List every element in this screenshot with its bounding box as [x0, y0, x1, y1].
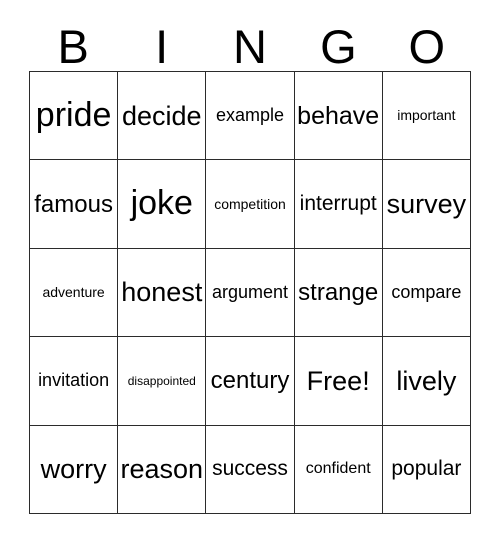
bingo-cell-label: survey [386, 188, 467, 219]
bingo-cell-label: invitation [38, 370, 110, 391]
bingo-cell-label: pride [35, 95, 112, 134]
bingo-cell-label: disappointed [127, 373, 196, 388]
bingo-cell-free-space[interactable]: Free! [294, 337, 383, 426]
bingo-cell[interactable]: important [382, 72, 471, 161]
bingo-cell-label: strange [298, 278, 379, 306]
bingo-cell-label: behave [297, 101, 380, 130]
header-letter-g: G [320, 20, 357, 73]
bingo-cell[interactable]: success [206, 425, 295, 514]
bingo-cell-label: confident [305, 459, 371, 477]
bingo-cell-label: competition [214, 195, 286, 212]
bingo-cell[interactable]: example [206, 72, 295, 161]
bingo-cell-label: decide [122, 100, 202, 131]
bingo-cell-label: important [397, 107, 456, 124]
bingo-cell-label: compare [391, 282, 462, 303]
bingo-header: B I N G O [29, 14, 471, 71]
bingo-cell-label: reason [120, 454, 204, 485]
bingo-cell-label: famous [34, 190, 113, 218]
header-letter-o: O [408, 20, 446, 73]
bingo-grid: pride decide example behave important fa… [29, 71, 471, 514]
bingo-cell-label: Free! [306, 365, 370, 396]
bingo-cell[interactable]: behave [294, 72, 383, 161]
bingo-cell-label: adventure [42, 284, 105, 301]
bingo-card: B I N G O pride decide example behave im… [0, 0, 500, 544]
bingo-cell[interactable]: popular [382, 425, 471, 514]
bingo-cell[interactable]: worry [30, 425, 119, 514]
bingo-cell-label: honest [121, 277, 203, 308]
bingo-cell[interactable]: decide [118, 72, 207, 161]
bingo-cell[interactable]: disappointed [118, 337, 207, 426]
bingo-cell-label: argument [211, 282, 289, 303]
bingo-cell[interactable]: pride [30, 72, 119, 161]
bingo-cell[interactable]: interrupt [294, 160, 383, 249]
bingo-cell[interactable]: confident [294, 425, 383, 514]
bingo-cell-label: joke [130, 184, 193, 223]
header-letter-i: I [155, 20, 169, 73]
bingo-cell-label: interrupt [299, 192, 377, 216]
bingo-cell-label: popular [391, 457, 462, 481]
bingo-cell[interactable]: adventure [30, 248, 119, 338]
bingo-cell[interactable]: honest [118, 248, 207, 338]
bingo-cell-label: success [212, 457, 288, 481]
header-letter-b: B [57, 20, 89, 73]
bingo-cell-label: lively [396, 365, 457, 396]
bingo-cell-label: worry [40, 454, 107, 485]
bingo-cell[interactable]: survey [382, 160, 471, 249]
bingo-cell[interactable]: joke [118, 160, 207, 249]
bingo-cell-label: example [215, 105, 285, 126]
bingo-cell[interactable]: famous [30, 160, 119, 249]
bingo-cell[interactable]: lively [382, 337, 471, 426]
bingo-cell[interactable]: compare [382, 248, 471, 338]
bingo-cell[interactable]: invitation [30, 337, 119, 426]
bingo-cell[interactable]: century [206, 337, 295, 426]
bingo-cell[interactable]: reason [118, 425, 207, 514]
bingo-cell[interactable]: strange [294, 248, 383, 338]
header-letter-n: N [233, 20, 267, 73]
bingo-cell-label: century [210, 367, 290, 395]
bingo-cell[interactable]: competition [206, 160, 295, 249]
bingo-cell[interactable]: argument [206, 248, 295, 338]
